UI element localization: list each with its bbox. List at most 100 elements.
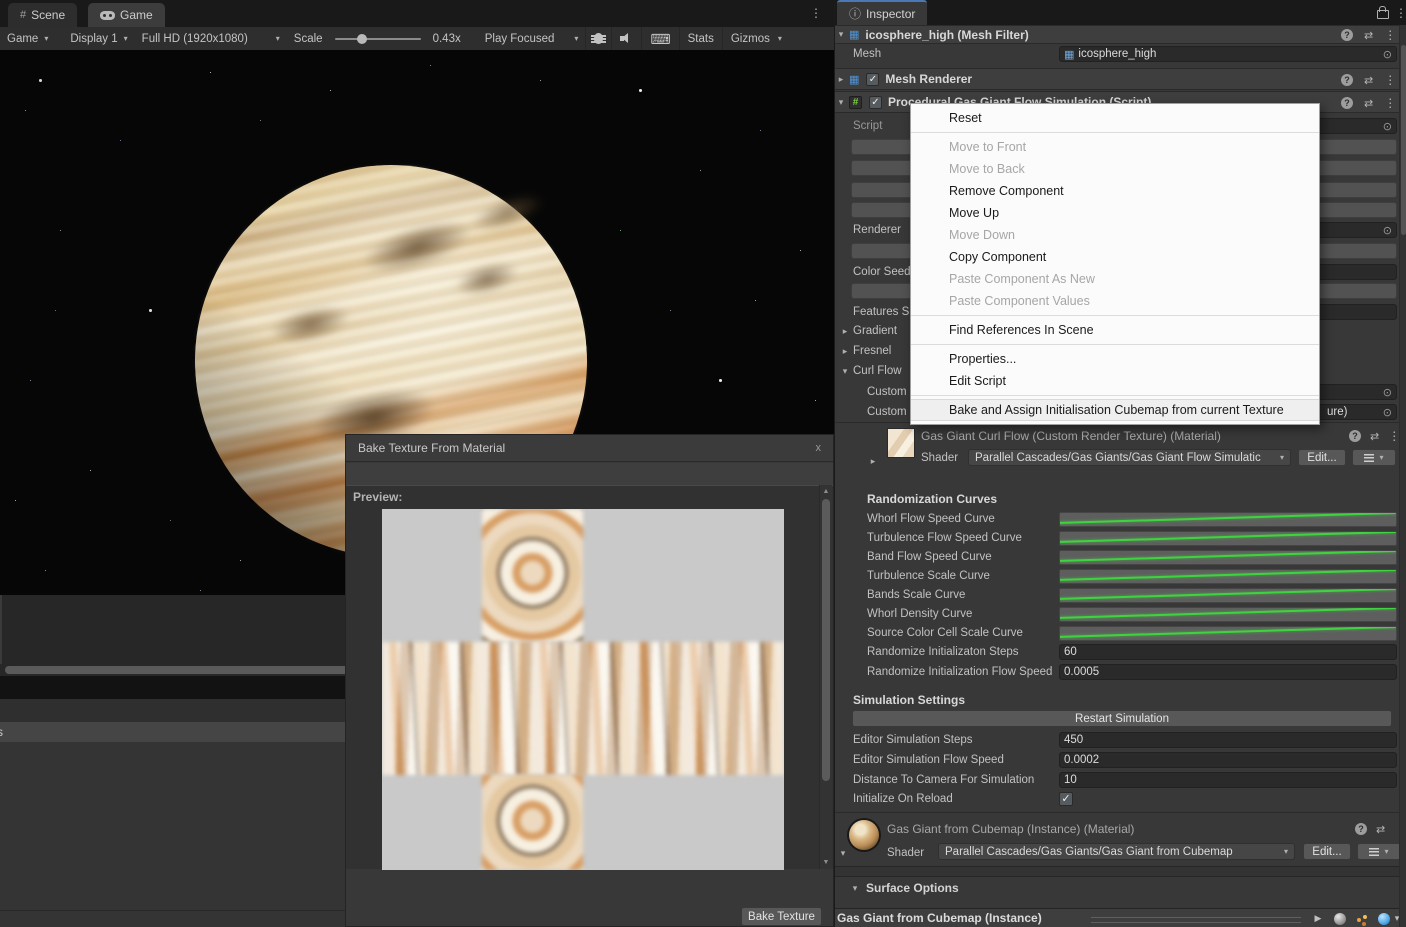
mesh-renderer-header[interactable]: ▸ ▦ ✓ Mesh Renderer — [835, 68, 1406, 90]
debug-bug-button[interactable] — [585, 27, 611, 50]
help-icon[interactable]: ? — [1341, 97, 1353, 109]
object-picker-icon[interactable]: ⊙ — [1383, 48, 1392, 61]
help-icon[interactable]: ? — [1341, 29, 1353, 41]
preset-icon[interactable]: ⇄ — [1364, 29, 1373, 42]
preset-icon[interactable]: ⇄ — [1364, 74, 1373, 87]
object-picker-icon[interactable]: ⊙ — [1383, 224, 1392, 237]
curve-field[interactable] — [1059, 531, 1397, 546]
material-preview-bar[interactable]: Gas Giant from Cubemap (Instance) ▶ ▾ — [835, 908, 1406, 927]
kebab-icon[interactable]: ⋮ — [1384, 73, 1396, 87]
randomize-steps-value: 60 — [1064, 646, 1077, 658]
curve-field[interactable] — [1059, 512, 1397, 527]
menu-item-find-references[interactable]: Find References In Scene — [911, 319, 1319, 341]
stats-button[interactable]: Stats — [679, 27, 722, 50]
preset-icon[interactable]: ⇄ — [1364, 97, 1373, 110]
help-icon[interactable]: ? — [1341, 74, 1353, 86]
aspect-dropdown[interactable]: Full HD (1920x1080) ▾ — [135, 27, 287, 50]
curve-field[interactable] — [1059, 569, 1397, 584]
menu-item-properties[interactable]: Properties... — [911, 348, 1319, 370]
preset-icon[interactable]: ⇄ — [1370, 430, 1379, 443]
randomize-flow-input[interactable]: 0.0005 — [1059, 664, 1397, 680]
shader-edit-button[interactable]: Edit... — [1303, 843, 1351, 860]
kebab-icon[interactable]: ⋮ — [1384, 96, 1396, 110]
curve-field[interactable] — [1059, 588, 1397, 603]
tab-inspector[interactable]: ⓘ Inspector — [837, 0, 927, 25]
kebab-icon[interactable]: ⋮ — [1384, 28, 1396, 42]
play-focused-label: Play Focused — [485, 33, 555, 45]
preview-sphere-icon[interactable] — [1331, 911, 1349, 926]
scroll-down-icon[interactable]: ▼ — [820, 859, 832, 866]
scroll-up-icon[interactable]: ▲ — [820, 488, 832, 495]
drag-handle[interactable] — [1091, 917, 1301, 923]
scrollbar-thumb[interactable] — [1401, 45, 1406, 235]
shader-edit-button[interactable]: Edit... — [1298, 449, 1346, 466]
curl-material-thumbnail[interactable] — [887, 428, 915, 458]
close-icon[interactable]: x — [816, 442, 822, 454]
curve-field[interactable] — [1059, 626, 1397, 641]
game-view-dropdown[interactable]: Game ▾ — [0, 27, 55, 50]
sim-flow-label: Editor Simulation Flow Speed — [853, 754, 1004, 766]
shader-list-button[interactable]: ▾ — [1352, 449, 1396, 466]
preview-lights-icon[interactable] — [1353, 911, 1371, 926]
inspector-kebab-icon[interactable]: ⋮ — [1395, 6, 1406, 20]
restart-simulation-button[interactable]: Restart Simulation — [852, 710, 1392, 727]
mesh-object-field[interactable]: ▦ icosphere_high ⊙ — [1059, 46, 1397, 62]
dialog-titlebar[interactable]: Bake Texture From Material x — [346, 435, 833, 462]
material-foldout-icon[interactable]: ▸ — [867, 456, 879, 467]
menu-item-bake-cubemap[interactable]: Bake and Assign Initialisation Cubemap f… — [911, 399, 1319, 421]
menu-item-move-up[interactable]: Move Up — [911, 202, 1319, 224]
sim-steps-input[interactable]: 450 — [1059, 732, 1397, 748]
tab-game[interactable]: Game — [88, 3, 165, 27]
curl-shader-dropdown[interactable]: Parallel Cascades/Gas Giants/Gas Giant F… — [968, 449, 1291, 466]
sim-flow-input[interactable]: 0.0002 — [1059, 752, 1397, 768]
tab-scene[interactable]: # Scene — [8, 3, 77, 27]
material-foldout-icon[interactable]: ▾ — [837, 848, 849, 859]
help-icon[interactable]: ? — [1349, 430, 1361, 442]
menu-item-edit-script[interactable]: Edit Script — [911, 370, 1319, 392]
object-picker-icon[interactable]: ⊙ — [1383, 406, 1392, 419]
mute-audio-button[interactable] — [611, 27, 641, 50]
object-picker-icon[interactable]: ⊙ — [1383, 386, 1392, 399]
preset-icon[interactable]: ⇄ — [1376, 823, 1385, 836]
mesh-filter-header[interactable]: ▾ ▦ icosphere_high (Mesh Filter) — [835, 25, 1406, 44]
gizmos-dropdown[interactable]: Gizmos ▾ — [722, 27, 790, 50]
help-icon[interactable]: ? — [1355, 823, 1367, 835]
bake-texture-button[interactable]: Bake Texture — [741, 907, 822, 926]
menu-item-remove-component[interactable]: Remove Component — [911, 180, 1319, 202]
play-focused-dropdown[interactable]: Play Focused ▾ — [478, 27, 586, 50]
menu-item-reset[interactable]: Reset — [911, 107, 1319, 129]
menu-separator — [911, 395, 1319, 396]
foldout-open-icon: ▾ — [839, 366, 851, 377]
scale-slider-thumb[interactable] — [357, 34, 367, 44]
component-enabled-checkbox[interactable]: ✓ — [866, 73, 879, 86]
dialog-vertical-scrollbar[interactable]: ▲ ▼ — [819, 485, 832, 869]
chevron-down-icon: ▾ — [1379, 453, 1383, 462]
shader-list-button[interactable]: ▾ — [1357, 843, 1401, 860]
sim-steps-label: Editor Simulation Steps — [853, 734, 973, 746]
init-on-reload-checkbox[interactable]: ✓ — [1059, 792, 1073, 806]
foldout-closed-icon[interactable]: ▸ — [835, 74, 847, 85]
surface-options-foldout[interactable]: ▾ Surface Options — [835, 879, 1406, 897]
gradient-label: Gradient — [853, 325, 897, 337]
inspector-scrollbar[interactable] — [1399, 25, 1406, 927]
scale-slider[interactable] — [335, 38, 421, 40]
object-picker-icon[interactable]: ⊙ — [1383, 120, 1392, 133]
scrollbar-thumb[interactable] — [822, 499, 830, 781]
cubemap-material-thumbnail[interactable] — [849, 820, 879, 850]
component-enabled-checkbox[interactable]: ✓ — [869, 96, 882, 109]
menu-item-copy-component[interactable]: Copy Component — [911, 246, 1319, 268]
tab-scene-label: Scene — [31, 8, 65, 22]
display-dropdown[interactable]: Display 1 ▾ — [63, 27, 134, 50]
curve-field[interactable] — [1059, 607, 1397, 622]
curve-field[interactable] — [1059, 550, 1397, 565]
play-icon[interactable]: ▶ — [1309, 911, 1327, 926]
foldout-open-icon[interactable]: ▾ — [835, 29, 847, 40]
sim-distance-input[interactable]: 10 — [1059, 772, 1397, 788]
keyboard-shortcuts-button[interactable]: ⌨ — [641, 27, 678, 50]
foldout-open-icon[interactable]: ▾ — [835, 97, 847, 108]
lock-icon[interactable] — [1377, 10, 1389, 19]
randomize-steps-input[interactable]: 60 — [1059, 644, 1397, 660]
cubemap-shader-dropdown[interactable]: Parallel Cascades/Gas Giants/Gas Giant f… — [938, 843, 1295, 860]
game-window-kebab-icon[interactable]: ⋮ — [810, 6, 822, 20]
dialog-title: Bake Texture From Material — [358, 441, 505, 455]
